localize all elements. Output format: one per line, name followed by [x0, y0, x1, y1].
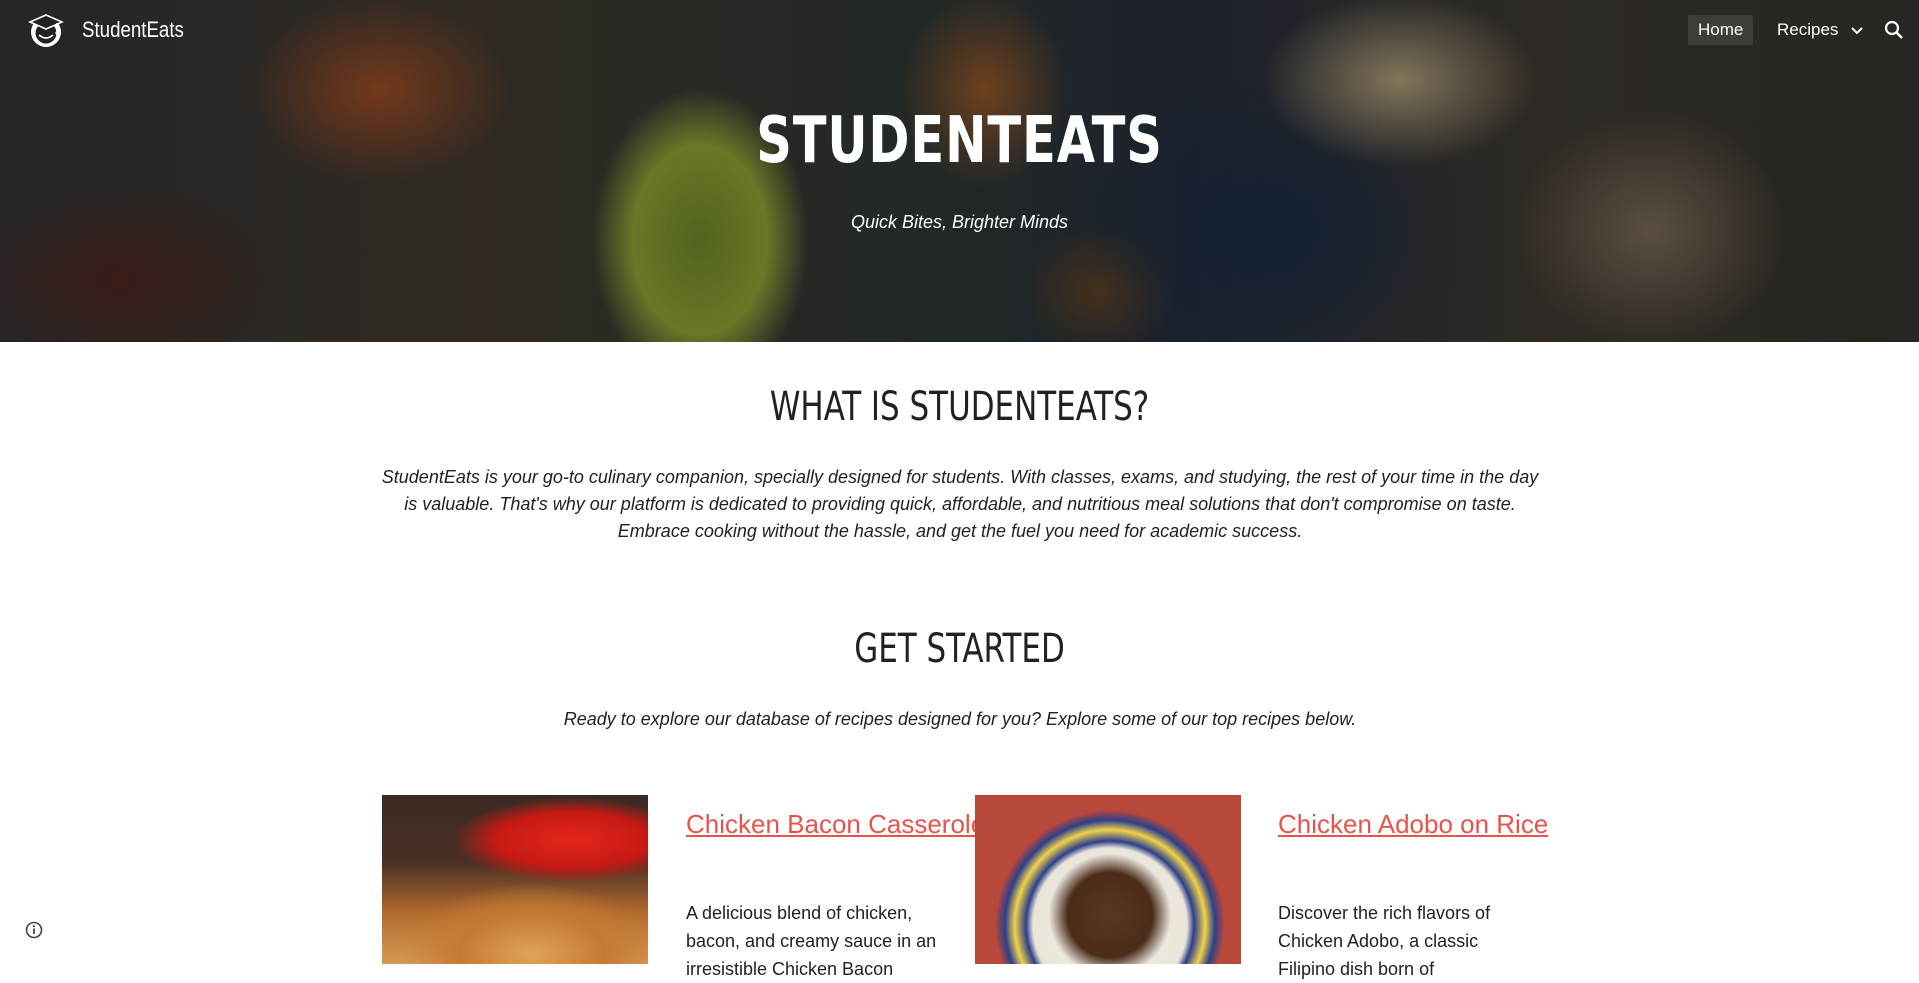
- nav-home[interactable]: Home: [1688, 15, 1754, 45]
- student-cap-logo[interactable]: [26, 10, 66, 50]
- search-icon[interactable]: [1882, 18, 1906, 42]
- hero-title: STUDENTEATS: [756, 104, 1163, 178]
- info-icon[interactable]: [24, 920, 44, 940]
- about-paragraph: StudentEats is your go-to culinary compa…: [381, 467, 1539, 541]
- about-heading: WHAT IS STUDENTEATS?: [769, 384, 1150, 430]
- nav-recipes[interactable]: Recipes: [1777, 15, 1838, 45]
- recipe-image-chicken-adobo[interactable]: [975, 795, 1241, 964]
- recipe-description: A delicious blend of chicken, bacon, and…: [686, 903, 937, 979]
- recipe-image-chicken-bacon-casserole[interactable]: [382, 795, 648, 964]
- site-name-link[interactable]: StudentEats: [82, 17, 184, 43]
- recipe-description: Discover the rich flavors of Chicken Ado…: [1278, 903, 1491, 979]
- get-started-heading: GET STARTED: [854, 626, 1065, 672]
- recipe-title-link[interactable]: Chicken Adobo on Rice: [1278, 808, 1548, 840]
- chevron-down-icon[interactable]: [1848, 21, 1866, 39]
- top-navigation: StudentEats Home Recipes: [0, 0, 1919, 60]
- recipe-title-link[interactable]: Chicken Bacon Casserole: [686, 808, 985, 840]
- hero-subtitle: Quick Bites, Brighter Minds: [850, 212, 1069, 232]
- get-started-paragraph: Ready to explore our database of recipes…: [563, 709, 1357, 729]
